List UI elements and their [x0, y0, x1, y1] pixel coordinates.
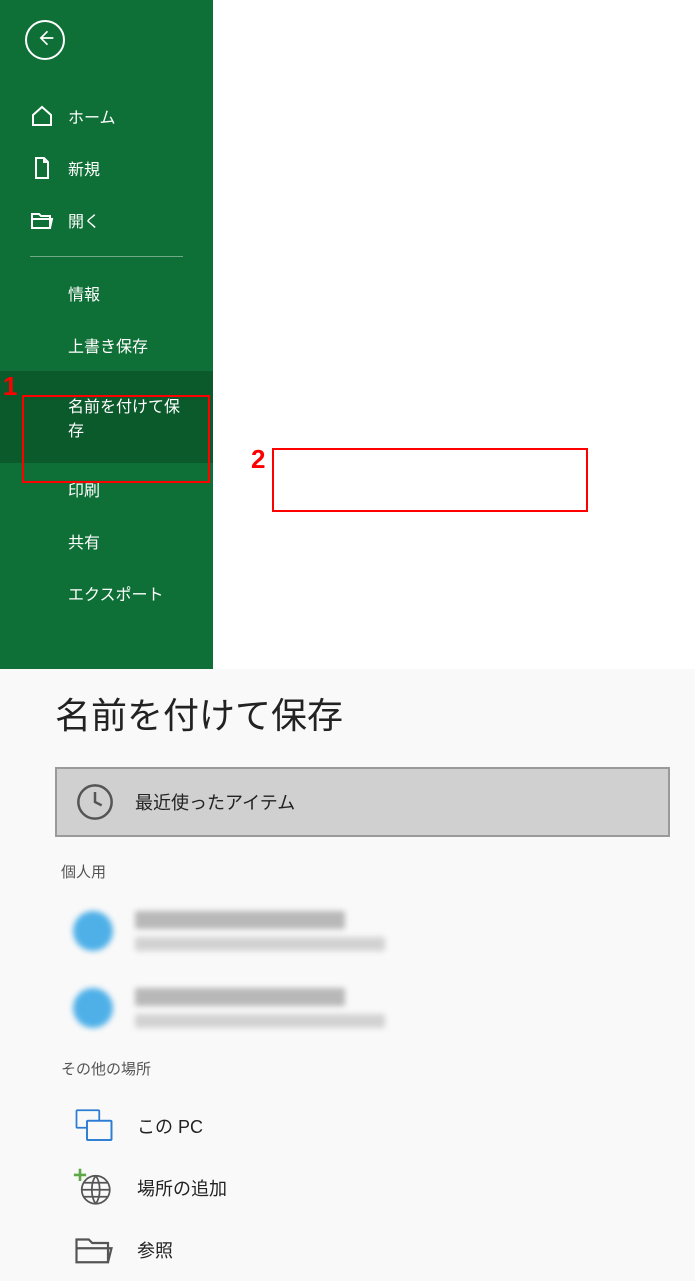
arrow-left-icon — [35, 28, 55, 53]
nav-open[interactable]: 開く — [0, 194, 213, 246]
nav-save[interactable]: 上書き保存 — [0, 319, 213, 371]
add-place-item[interactable]: 場所の追加 — [55, 1157, 670, 1219]
blurred-text — [135, 911, 385, 951]
add-place-label: 場所の追加 — [137, 1175, 227, 1201]
nav-label: 印刷 — [68, 477, 100, 501]
recent-label: 最近使ったアイテム — [135, 789, 295, 815]
nav-info[interactable]: 情報 — [0, 267, 213, 319]
sidebar: ホーム 新規 開く 情報 上書き保存 名前を付 — [0, 0, 213, 669]
browse-label: 参照 — [137, 1237, 173, 1263]
this-pc-item[interactable]: この PC — [55, 1095, 670, 1157]
nav-label: 共有 — [68, 529, 100, 553]
nav-share[interactable]: 共有 — [0, 515, 213, 567]
nav-label: 名前を付けて保存 — [68, 393, 193, 441]
main-panel: 名前を付けて保存 最近使ったアイテム 個人用 — [0, 669, 695, 1281]
section-personal: 個人用 — [55, 855, 670, 888]
file-icon — [30, 156, 54, 180]
divider — [30, 256, 183, 257]
nav-new[interactable]: 新規 — [0, 142, 213, 194]
callout-number-2: 2 — [251, 444, 265, 475]
cloud-account-item[interactable] — [55, 975, 670, 1040]
cloud-icon — [73, 988, 113, 1028]
browse-item[interactable]: 参照 — [55, 1219, 670, 1281]
nav-label: エクスポート — [68, 581, 164, 605]
recent-items-button[interactable]: 最近使ったアイテム — [55, 767, 670, 837]
nav-print[interactable]: 印刷 — [0, 463, 213, 515]
nav-export[interactable]: エクスポート — [0, 567, 213, 619]
cloud-icon — [73, 911, 113, 951]
back-button[interactable] — [25, 20, 65, 60]
nav-label: 新規 — [68, 156, 100, 180]
nav-home[interactable]: ホーム — [0, 90, 213, 142]
nav-label: 情報 — [68, 281, 100, 305]
this-pc-icon — [73, 1105, 115, 1147]
cloud-account-item[interactable] — [55, 898, 670, 963]
nav-label: ホーム — [68, 104, 116, 128]
page-title: 名前を付けて保存 — [55, 687, 670, 739]
home-icon — [30, 104, 54, 128]
folder-icon — [73, 1229, 115, 1271]
nav-label: 上書き保存 — [68, 333, 148, 357]
clock-icon — [75, 782, 115, 822]
this-pc-label: この PC — [137, 1113, 203, 1139]
blurred-text — [135, 988, 385, 1028]
callout-highlight-2 — [272, 448, 588, 512]
section-other-locations: その他の場所 — [55, 1052, 670, 1085]
add-place-icon — [73, 1167, 115, 1209]
nav-label: 開く — [68, 208, 100, 232]
nav-save-as[interactable]: 名前を付けて保存 — [0, 371, 213, 463]
folder-open-icon — [30, 208, 54, 232]
